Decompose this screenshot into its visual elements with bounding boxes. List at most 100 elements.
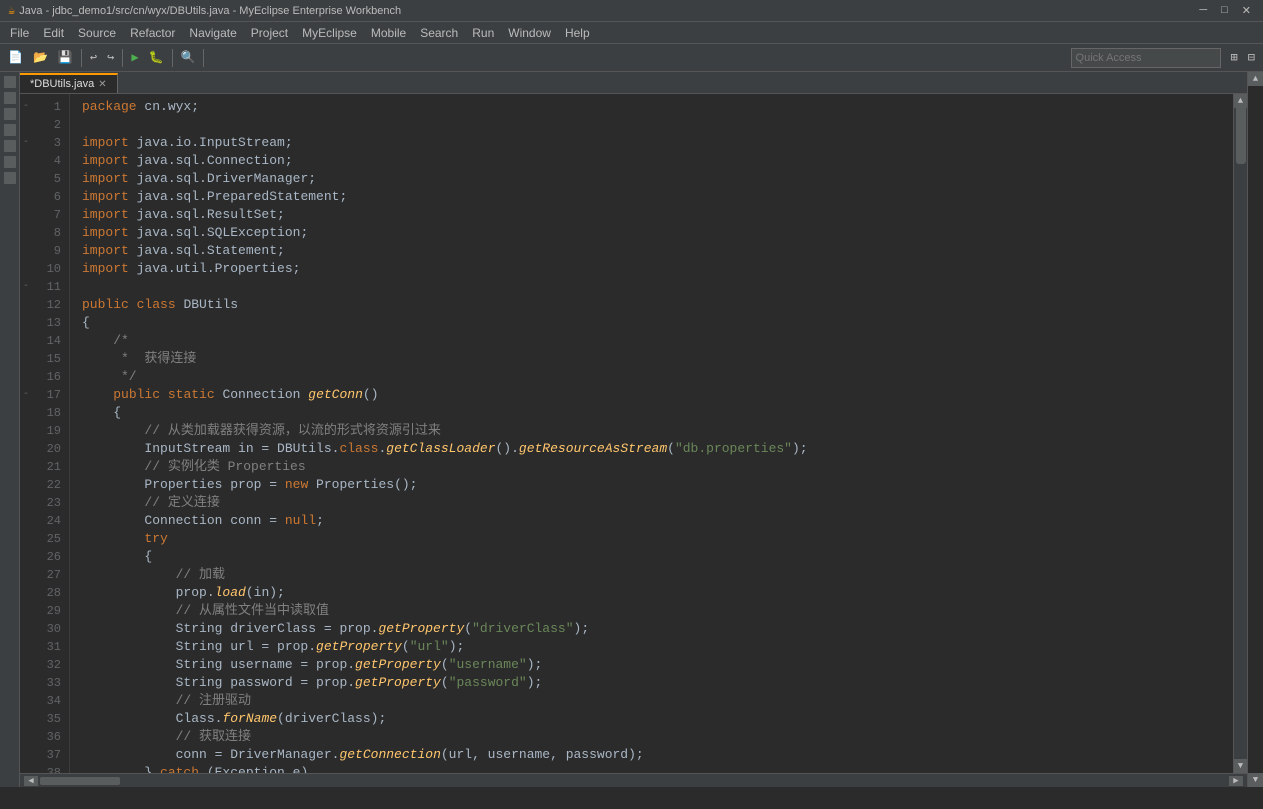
outer-right-panel: ▲ ▼ bbox=[1247, 72, 1263, 787]
maximize-button[interactable]: □ bbox=[1217, 4, 1232, 17]
toolbar: 📄 📂 💾 ↩ ↪ ▶ 🐛 🔍 ⊞ ⊟ bbox=[0, 44, 1263, 72]
fold-blank-13 bbox=[20, 368, 32, 386]
quick-access-box[interactable] bbox=[1071, 48, 1221, 68]
fold-blank-7 bbox=[20, 242, 32, 260]
ln-26: 26 bbox=[36, 548, 61, 566]
toolbar-sep-1 bbox=[81, 49, 82, 67]
menu-run[interactable]: Run bbox=[466, 24, 500, 42]
scroll-right-button[interactable]: ▶ bbox=[1229, 776, 1243, 786]
undo-button[interactable]: ↩ bbox=[86, 48, 101, 67]
menu-search[interactable]: Search bbox=[414, 24, 464, 42]
tab-label: *DBUtils.java bbox=[30, 78, 94, 90]
scroll-down-button[interactable]: ▼ bbox=[1234, 759, 1247, 773]
gutter: - - - - bbox=[20, 94, 32, 773]
ln-32: 32 bbox=[36, 656, 61, 674]
redo-button[interactable]: ↪ bbox=[103, 48, 118, 67]
ln-35: 35 bbox=[36, 710, 61, 728]
ln-8: 8 bbox=[36, 224, 61, 242]
title-text: Java - jdbc_demo1/src/cn/wyx/DBUtils.jav… bbox=[19, 5, 401, 17]
menu-navigate[interactable]: Navigate bbox=[183, 24, 242, 42]
ln-2: 2 bbox=[36, 116, 61, 134]
ln-20: 20 bbox=[36, 440, 61, 458]
new-button[interactable]: 📄 bbox=[4, 48, 27, 67]
fold-blank-11 bbox=[20, 332, 32, 350]
ln-27: 27 bbox=[36, 566, 61, 584]
fold-blank-10 bbox=[20, 314, 32, 332]
ln-24: 24 bbox=[36, 512, 61, 530]
menu-window[interactable]: Window bbox=[502, 24, 557, 42]
menu-edit[interactable]: Edit bbox=[37, 24, 70, 42]
toolbar-sep-2 bbox=[122, 49, 123, 67]
ln-13: 13 bbox=[36, 314, 61, 332]
ln-37: 37 bbox=[36, 746, 61, 764]
scroll-left-button[interactable]: ◀ bbox=[24, 776, 38, 786]
quick-access-input[interactable] bbox=[1076, 52, 1196, 64]
horizontal-scroll-thumb[interactable] bbox=[40, 777, 120, 785]
tab-close-button[interactable]: ✕ bbox=[98, 79, 106, 90]
fold-2[interactable]: - bbox=[20, 134, 32, 152]
menu-refactor[interactable]: Refactor bbox=[124, 24, 181, 42]
sidebar-icon-3[interactable] bbox=[4, 108, 16, 120]
ln-28: 28 bbox=[36, 584, 61, 602]
main-layout: *DBUtils.java ✕ - - - bbox=[0, 72, 1263, 787]
fold-3[interactable]: - bbox=[20, 278, 32, 296]
menu-file[interactable]: File bbox=[4, 24, 35, 42]
outer-scroll-up[interactable]: ▲ bbox=[1248, 72, 1263, 86]
ln-1: 1 bbox=[36, 98, 61, 116]
debug-button[interactable]: 🐛 bbox=[145, 48, 168, 67]
fold-blank-6 bbox=[20, 224, 32, 242]
code-editor[interactable]: package cn.wyx; import java.io.InputStre… bbox=[70, 94, 1233, 773]
menu-project[interactable]: Project bbox=[245, 24, 294, 42]
menu-myeclipse[interactable]: MyEclipse bbox=[296, 24, 363, 42]
ln-31: 31 bbox=[36, 638, 61, 656]
sidebar-icon-4[interactable] bbox=[4, 124, 16, 136]
sidebar-icon-2[interactable] bbox=[4, 92, 16, 104]
ln-33: 33 bbox=[36, 674, 61, 692]
line-numbers: 1 2 3 4 5 6 7 8 9 10 11 12 13 14 15 16 1… bbox=[32, 94, 70, 773]
fold-blank-4 bbox=[20, 188, 32, 206]
title-controls: ─ □ ✕ bbox=[1195, 4, 1255, 17]
sidebar-icon-6[interactable] bbox=[4, 156, 16, 168]
code-scrollbar[interactable]: ▲ ▼ bbox=[1233, 94, 1247, 773]
ln-4: 4 bbox=[36, 152, 61, 170]
ln-3: 3 bbox=[36, 134, 61, 152]
file-tab-dbutils[interactable]: *DBUtils.java ✕ bbox=[20, 73, 118, 93]
fold-blank-2 bbox=[20, 152, 32, 170]
scroll-thumb[interactable] bbox=[1236, 104, 1246, 164]
fold-1[interactable]: - bbox=[20, 98, 32, 116]
fold-blank-8 bbox=[20, 260, 32, 278]
perspective-button[interactable]: ⊞ bbox=[1227, 48, 1242, 67]
menu-help[interactable]: Help bbox=[559, 24, 596, 42]
minimize-button[interactable]: ─ bbox=[1195, 4, 1211, 17]
sidebar-icon-7[interactable] bbox=[4, 172, 16, 184]
toolbar-sep-3 bbox=[172, 49, 173, 67]
sidebar-icon-5[interactable] bbox=[4, 140, 16, 152]
search-button[interactable]: 🔍 bbox=[177, 48, 200, 67]
open-button[interactable]: 📂 bbox=[29, 48, 52, 67]
menu-bar: File Edit Source Refactor Navigate Proje… bbox=[0, 22, 1263, 44]
java-icon: ☕ bbox=[8, 3, 15, 18]
outer-scroll-down[interactable]: ▼ bbox=[1248, 773, 1263, 787]
ln-34: 34 bbox=[36, 692, 61, 710]
ln-16: 16 bbox=[36, 368, 61, 386]
menu-source[interactable]: Source bbox=[72, 24, 122, 42]
ln-15: 15 bbox=[36, 350, 61, 368]
fold-blank-12 bbox=[20, 350, 32, 368]
horizontal-scroll-track bbox=[40, 777, 1227, 785]
ln-19: 19 bbox=[36, 422, 61, 440]
bottom-scrollbar[interactable]: ◀ ▶ bbox=[20, 773, 1247, 787]
ln-17: 17 bbox=[36, 386, 61, 404]
view-button[interactable]: ⊟ bbox=[1244, 48, 1259, 67]
menu-mobile[interactable]: Mobile bbox=[365, 24, 412, 42]
ln-12: 12 bbox=[36, 296, 61, 314]
code-content[interactable]: - - - - 1 bbox=[20, 94, 1247, 773]
save-button[interactable]: 💾 bbox=[54, 48, 77, 67]
run-button[interactable]: ▶ bbox=[127, 48, 142, 67]
editor-area: *DBUtils.java ✕ - - - bbox=[20, 72, 1247, 787]
ln-7: 7 bbox=[36, 206, 61, 224]
close-button[interactable]: ✕ bbox=[1238, 4, 1255, 17]
sidebar-icon-1[interactable] bbox=[4, 76, 16, 88]
fold-4[interactable]: - bbox=[20, 386, 32, 404]
ln-18: 18 bbox=[36, 404, 61, 422]
fold-blank-3 bbox=[20, 170, 32, 188]
